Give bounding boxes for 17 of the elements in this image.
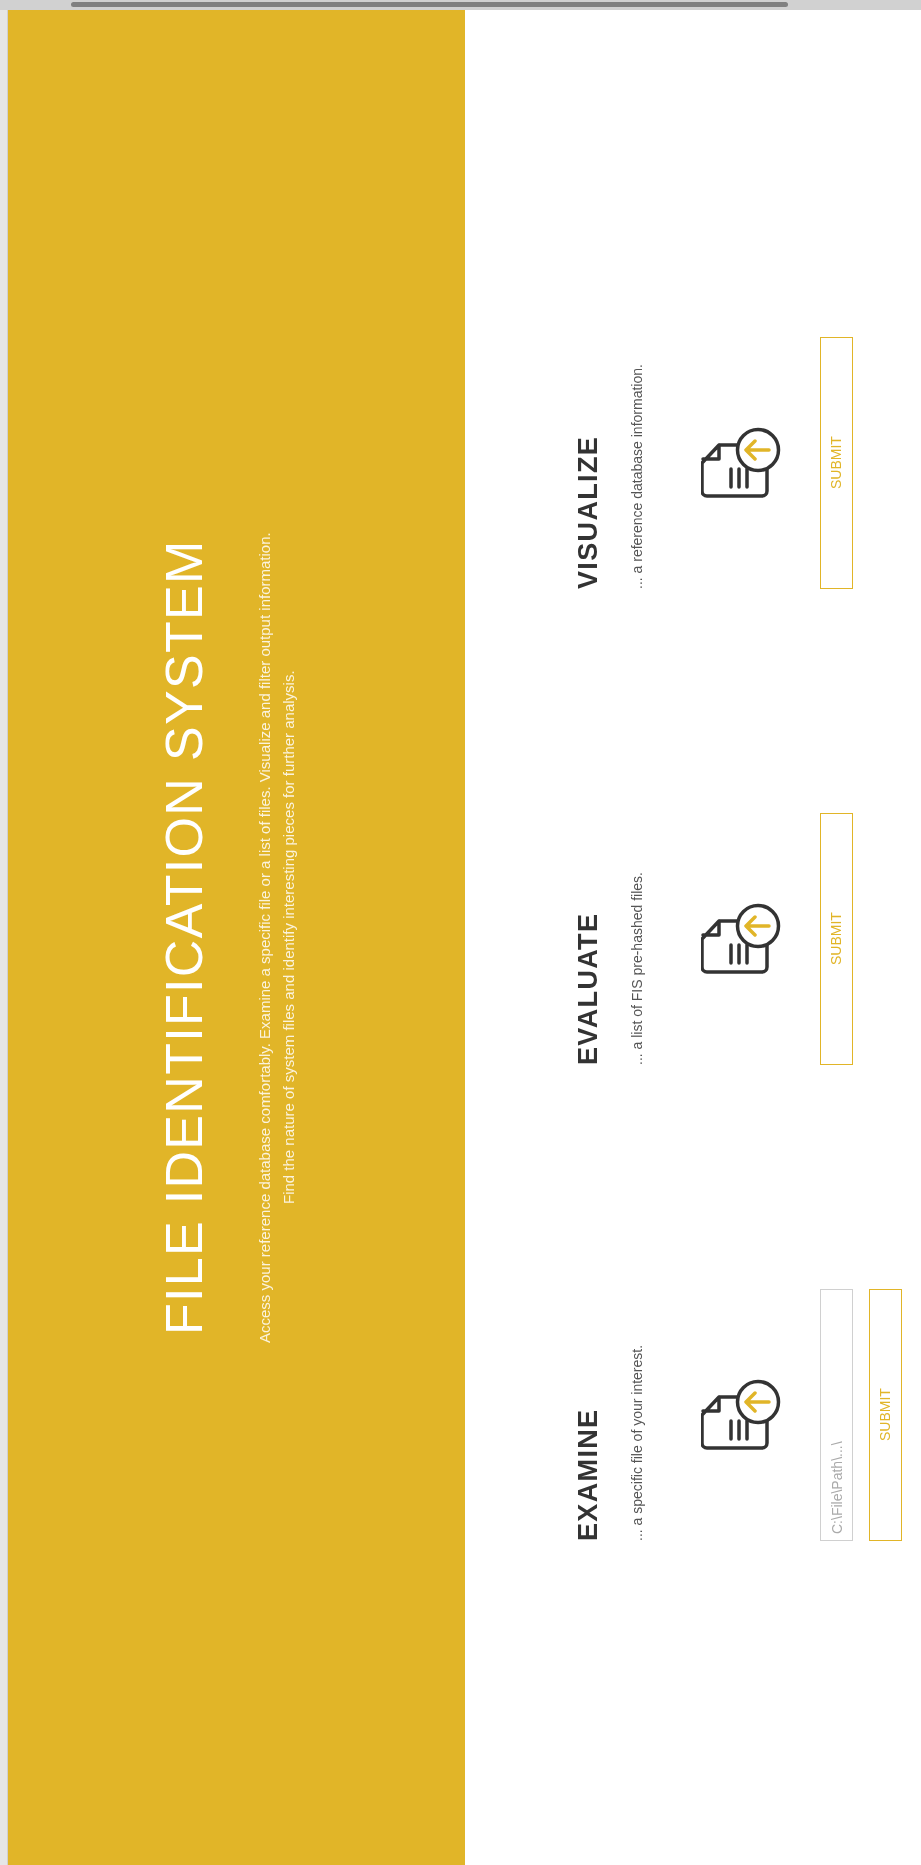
submit-button[interactable]: SUBMIT bbox=[820, 813, 853, 1065]
file-path-field[interactable]: C:\File\Path\...\ bbox=[820, 1289, 853, 1541]
hero-description: Find the nature of system files and identify interesting pieces for further analysis. bbox=[279, 670, 298, 1205]
file-arrow-icon bbox=[701, 903, 781, 975]
file-arrow-icon bbox=[701, 1379, 781, 1451]
section-subtitle: ... a reference database information. bbox=[628, 364, 646, 589]
section-title: EXAMINE bbox=[572, 1408, 604, 1541]
section-subtitle: ... a specific file of your interest. bbox=[628, 1344, 646, 1541]
section-subtitle: ... a list of FIS pre-hashed files. bbox=[628, 872, 646, 1065]
hero-title: FILE IDENTIFICATION SYSTEM bbox=[154, 539, 214, 1336]
section-title: VISUALIZE bbox=[572, 435, 604, 589]
submit-button[interactable]: SUBMIT bbox=[820, 337, 853, 589]
submit-button[interactable]: SUBMIT bbox=[869, 1289, 902, 1541]
scrollbar-thumb[interactable] bbox=[71, 2, 788, 7]
hero-description: Access your reference database comfortably. Examine a specific file or a list of files. Visualize and filter output information. bbox=[255, 532, 274, 1343]
file-arrow-icon bbox=[701, 427, 781, 499]
section-title: EVALUATE bbox=[572, 912, 604, 1065]
